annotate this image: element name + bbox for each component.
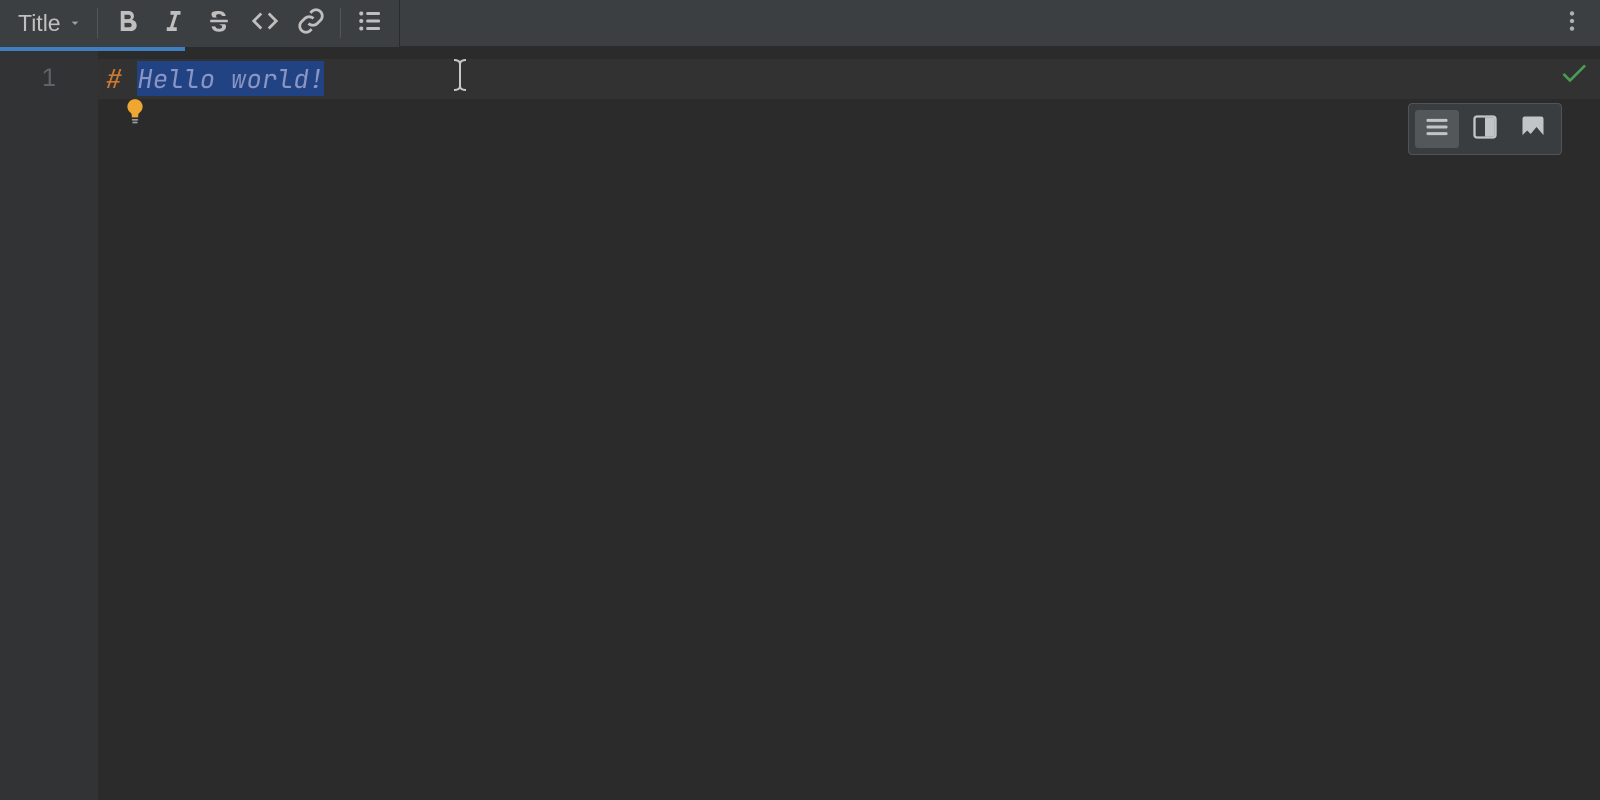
list-icon: [355, 6, 385, 41]
bold-icon: [112, 6, 142, 41]
strikethrough-icon: [204, 6, 234, 41]
editor-pane: 1 # Hello world!: [0, 51, 1600, 800]
code-button[interactable]: [242, 2, 288, 44]
chevron-down-icon: [67, 10, 83, 37]
selected-text: Hello world!: [137, 61, 324, 96]
toolbar-separator: [97, 8, 98, 38]
checkmark-icon: [1558, 62, 1590, 97]
inspection-status-ok[interactable]: [1558, 57, 1590, 89]
view-mode-split-button[interactable]: [1463, 110, 1507, 148]
bullet-list-button[interactable]: [347, 2, 393, 44]
link-icon: [296, 6, 326, 41]
formatting-toolbar-group: Title: [0, 0, 400, 47]
view-mode-editor-button[interactable]: [1415, 110, 1459, 148]
code-line-1[interactable]: # Hello world!: [98, 59, 1600, 99]
formatting-toolbar: Title: [0, 0, 1600, 47]
italic-button[interactable]: [150, 2, 196, 44]
code-icon: [250, 6, 280, 41]
editor-view-icon: [1423, 113, 1451, 146]
paragraph-style-dropdown[interactable]: Title: [10, 6, 91, 41]
view-mode-switcher: [1408, 103, 1562, 155]
active-tab-indicator: [0, 47, 185, 51]
more-vertical-icon: [1559, 8, 1585, 39]
preview-view-icon: [1519, 113, 1547, 146]
intention-bulb-button[interactable]: [122, 97, 148, 127]
line-number-gutter[interactable]: 1: [0, 51, 98, 800]
bold-button[interactable]: [104, 2, 150, 44]
line-number[interactable]: 1: [0, 59, 98, 99]
strikethrough-button[interactable]: [196, 2, 242, 44]
view-mode-preview-button[interactable]: [1511, 110, 1555, 148]
code-area[interactable]: # Hello world!: [98, 51, 1600, 800]
paragraph-style-label: Title: [18, 10, 61, 37]
toolbar-separator: [340, 8, 341, 38]
lightbulb-icon: [122, 100, 148, 135]
split-view-icon: [1471, 113, 1499, 146]
link-button[interactable]: [288, 2, 334, 44]
italic-icon: [158, 6, 188, 41]
markdown-heading-marker: #: [106, 61, 137, 96]
more-menu-button[interactable]: [1550, 0, 1594, 47]
